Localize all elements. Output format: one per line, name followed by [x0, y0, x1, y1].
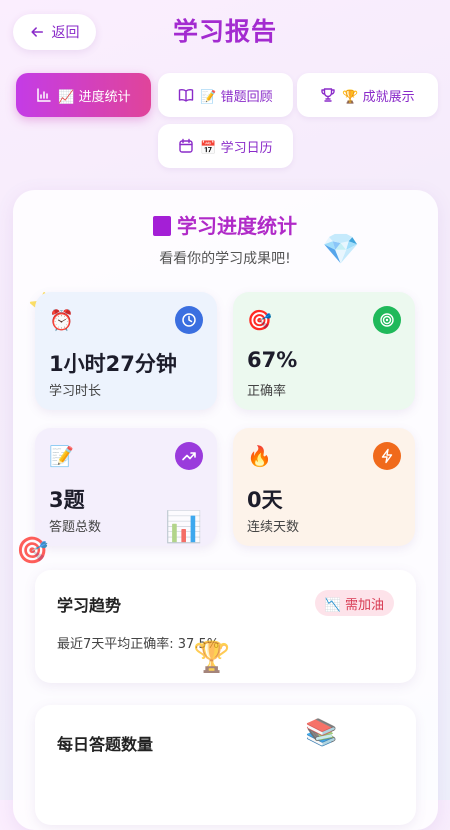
stat-card-accuracy: 🎯 67% 正确率	[233, 292, 415, 410]
stat-value: 67%	[247, 348, 298, 372]
target-decoration-icon: 🎯	[16, 536, 49, 566]
diamond-decoration-icon: 💎	[322, 232, 360, 267]
bar-chart-icon	[37, 88, 52, 102]
daily-title: 每日答题数量	[57, 735, 154, 754]
clock-icon	[182, 313, 196, 327]
fire-icon: 🔥	[247, 444, 272, 468]
panel-title: 学习进度统计	[0, 210, 450, 242]
stat-card-study-time: ⏰ 1小时27分钟 学习时长	[35, 292, 217, 410]
panel-subtitle: 看看你的学习成果吧!	[159, 251, 291, 267]
stat-value: 3题	[49, 488, 85, 512]
tab-wrong-review[interactable]: 📝 错题回顾	[158, 73, 293, 117]
tab-study-calendar[interactable]: 📅 学习日历	[158, 124, 293, 168]
lightning-icon	[381, 448, 393, 464]
stat-value: 1小时27分钟	[49, 352, 177, 376]
trend-title: 学习趋势	[57, 596, 122, 615]
lightning-badge	[373, 442, 401, 470]
calendar-icon	[179, 138, 194, 153]
dart-target-icon: 🎯	[247, 308, 272, 332]
tab-achievements[interactable]: 🏆 成就展示	[297, 73, 438, 117]
trophy-icon	[321, 88, 336, 102]
tab-label: 📅 学习日历	[200, 140, 273, 156]
tab-progress-stats[interactable]: 📈 进度统计	[16, 73, 151, 117]
trophy-decoration-icon: 🏆	[193, 640, 231, 675]
trend-badge	[175, 442, 203, 470]
tab-label: 📈 进度统计	[58, 89, 131, 105]
tab-label: 🏆 成就展示	[342, 89, 415, 105]
stat-label: 连续天数	[247, 520, 300, 535]
stat-value: 0天	[247, 488, 283, 512]
daily-questions-card: 每日答题数量	[35, 705, 416, 825]
stat-label: 正确率	[247, 384, 287, 399]
books-decoration-icon: 📚	[305, 718, 338, 748]
square-icon	[153, 216, 171, 236]
tab-label: 📝 错题回顾	[200, 89, 273, 105]
trend-up-icon	[182, 452, 196, 461]
bar-chart-decoration-icon: 📊	[165, 510, 203, 545]
page-title: 学习报告	[172, 17, 277, 46]
stat-card-streak: 🔥 0天 连续天数	[233, 428, 415, 546]
book-icon	[179, 89, 194, 102]
target-icon	[380, 313, 394, 327]
target-badge	[373, 306, 401, 334]
memo-icon: 📝	[49, 444, 74, 468]
status-badge: 📉 需加油	[314, 590, 394, 616]
clock-badge	[175, 306, 203, 334]
stat-label: 学习时长	[49, 384, 102, 399]
stat-label: 答题总数	[49, 520, 102, 535]
alarm-clock-icon: ⏰	[49, 308, 74, 332]
